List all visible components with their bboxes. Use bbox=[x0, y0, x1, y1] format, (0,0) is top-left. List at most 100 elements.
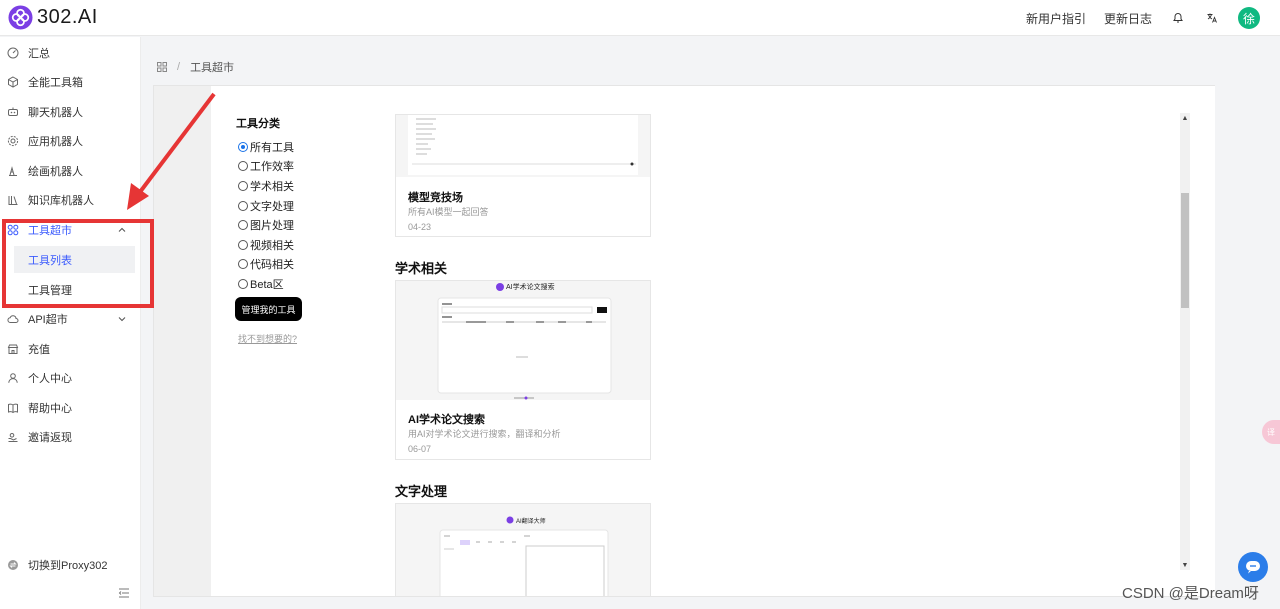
category-option-video[interactable]: 视频相关 bbox=[238, 235, 294, 255]
translate-plugin-tab[interactable]: 译 bbox=[1262, 420, 1280, 444]
brand-name: 302.AI bbox=[37, 6, 98, 28]
watermark: CSDN @是Dream呀 bbox=[1122, 585, 1259, 602]
sidebar-item-toolbox[interactable]: 全能工具箱 bbox=[0, 68, 141, 96]
book-icon bbox=[6, 401, 20, 415]
chat-support-button[interactable] bbox=[1238, 552, 1268, 582]
thumbnail-label: AI翻译大师 bbox=[516, 519, 546, 525]
switch-proxy-link[interactable]: 切换到Proxy302 bbox=[0, 551, 141, 579]
dashboard-icon bbox=[6, 46, 20, 60]
radio[interactable] bbox=[238, 278, 248, 289]
breadcrumb: / 工具超市 bbox=[157, 59, 234, 75]
category-option-beta[interactable]: Beta区 bbox=[238, 274, 294, 294]
radio[interactable] bbox=[238, 259, 248, 270]
card-thumbnail: AI翻译大师 bbox=[396, 504, 650, 596]
card-date: 04-23 bbox=[408, 222, 432, 232]
gear-icon bbox=[6, 134, 20, 148]
radio[interactable] bbox=[238, 180, 248, 191]
section-title-text: 文字处理 bbox=[395, 484, 448, 499]
sidebar: 汇总 全能工具箱 聊天机器人 应用机器人 绘画机器人 知识库机器人 工具超市 工… bbox=[0, 37, 141, 609]
sidebar-item-profile[interactable]: 个人中心 bbox=[0, 364, 141, 392]
collapse-sidebar-icon[interactable] bbox=[117, 587, 131, 599]
tool-list-frame: 工具分类 所有工具 工作效率 学术相关 文字处理 图片处理 视频相关 代码相关 … bbox=[211, 86, 1215, 596]
category-label: 所有工具 bbox=[250, 141, 294, 154]
content-panel: 工具分类 所有工具 工作效率 学术相关 文字处理 图片处理 视频相关 代码相关 … bbox=[153, 85, 1215, 597]
sidebar-item-api-market[interactable]: API超市 bbox=[0, 305, 141, 333]
scroll-up-arrow-icon[interactable]: ▲ bbox=[1180, 113, 1190, 123]
section-title-academic: 学术相关 bbox=[395, 261, 448, 276]
paint-icon bbox=[6, 164, 20, 178]
panel-gutter bbox=[154, 86, 211, 596]
scroll-thumb[interactable] bbox=[1181, 193, 1189, 308]
card-description: 用AI对学术论文进行搜索，翻译和分析 bbox=[408, 429, 561, 439]
radio[interactable] bbox=[238, 161, 248, 172]
sidebar-item-label: 知识库机器人 bbox=[28, 195, 94, 207]
store-icon bbox=[6, 342, 20, 356]
category-label: 文字处理 bbox=[250, 200, 294, 213]
category-option-all[interactable]: 所有工具 bbox=[238, 137, 294, 157]
logo[interactable]: 302.AI bbox=[8, 5, 98, 30]
manage-my-tools-button[interactable]: 管理我的工具 bbox=[235, 297, 302, 321]
sidebar-item-knowledge-bot[interactable]: 知识库机器人 bbox=[0, 186, 141, 214]
radio-selected[interactable] bbox=[238, 141, 248, 152]
sidebar-item-summary[interactable]: 汇总 bbox=[0, 39, 141, 67]
category-label: 图片处理 bbox=[250, 220, 294, 233]
scroll-down-arrow-icon[interactable]: ▼ bbox=[1180, 560, 1190, 570]
tool-card-translator[interactable]: AI翻译大师 bbox=[395, 503, 651, 596]
card-title: AI学术论文搜索 bbox=[408, 414, 485, 426]
logo-icon bbox=[8, 5, 33, 30]
thumbnail-image bbox=[408, 115, 638, 175]
sidebar-item-app-bot[interactable]: 应用机器人 bbox=[0, 127, 141, 155]
thumbnail-label: AI学术论文搜索 bbox=[506, 284, 555, 291]
category-option-image[interactable]: 图片处理 bbox=[238, 215, 294, 235]
sidebar-item-chatbot[interactable]: 聊天机器人 bbox=[0, 98, 141, 126]
sidebar-item-recharge[interactable]: 充值 bbox=[0, 335, 141, 363]
sidebar-item-label: 应用机器人 bbox=[28, 136, 83, 148]
radio[interactable] bbox=[238, 220, 248, 231]
radio[interactable] bbox=[238, 200, 248, 211]
sidebar-item-label: API超市 bbox=[28, 314, 68, 326]
thumbnail-image bbox=[437, 283, 612, 400]
cube-icon bbox=[6, 75, 20, 89]
cloud-icon bbox=[6, 312, 20, 326]
category-option-academic[interactable]: 学术相关 bbox=[238, 176, 294, 196]
card-thumbnail bbox=[396, 115, 650, 177]
card-description: 所有AI模型一起回答 bbox=[408, 207, 489, 217]
sidebar-item-label: 个人中心 bbox=[28, 373, 72, 385]
card-title: 模型竞技场 bbox=[408, 192, 463, 204]
user-icon bbox=[6, 371, 20, 385]
not-found-link[interactable]: 找不到想要的? bbox=[238, 332, 297, 345]
top-bar: 302.AI 新用户指引 更新日志 徐 bbox=[0, 0, 1280, 36]
new-user-guide-link[interactable]: 新用户指引 bbox=[1026, 10, 1086, 27]
sidebar-item-label: 充值 bbox=[28, 344, 50, 356]
sidebar-item-paint-bot[interactable]: 绘画机器人 bbox=[0, 157, 141, 185]
card-thumbnail: AI学术论文搜索 bbox=[396, 281, 650, 400]
sidebar-item-invite[interactable]: 邀请返现 bbox=[0, 423, 141, 451]
category-list: 所有工具 工作效率 学术相关 文字处理 图片处理 视频相关 代码相关 Beta区 bbox=[238, 137, 294, 294]
translate-icon[interactable] bbox=[1204, 10, 1220, 26]
home-grid-icon[interactable] bbox=[157, 62, 167, 72]
category-label: 工作效率 bbox=[250, 161, 294, 174]
content-scrollbar[interactable]: ▲ ▼ bbox=[1180, 113, 1190, 570]
sidebar-item-label: 帮助中心 bbox=[28, 403, 72, 415]
switch-proxy-label: 切换到Proxy302 bbox=[28, 560, 108, 572]
chat-icon bbox=[1246, 561, 1260, 574]
bell-icon[interactable] bbox=[1170, 10, 1186, 26]
category-label: 视频相关 bbox=[250, 239, 294, 252]
category-title: 工具分类 bbox=[236, 118, 280, 130]
category-option-efficiency[interactable]: 工作效率 bbox=[238, 157, 294, 177]
sidebar-item-label: 聊天机器人 bbox=[28, 107, 83, 119]
books-icon bbox=[6, 193, 20, 207]
tool-card-model-arena[interactable]: 模型竞技场 所有AI模型一起回答 04-23 bbox=[395, 114, 651, 237]
card-date: 06-07 bbox=[408, 444, 432, 454]
category-label: 学术相关 bbox=[250, 180, 294, 193]
category-option-text[interactable]: 文字处理 bbox=[238, 196, 294, 216]
radio[interactable] bbox=[238, 239, 248, 250]
sidebar-item-label: 全能工具箱 bbox=[28, 77, 83, 89]
tool-card-paper-search[interactable]: AI学术论文搜索 AI学术论文搜索 用AI对学术论文进行搜索，翻译和分析 06-… bbox=[395, 280, 651, 460]
avatar[interactable]: 徐 bbox=[1238, 7, 1260, 29]
category-option-code[interactable]: 代码相关 bbox=[238, 255, 294, 275]
sidebar-item-help[interactable]: 帮助中心 bbox=[0, 394, 141, 422]
changelog-link[interactable]: 更新日志 bbox=[1104, 10, 1152, 27]
breadcrumb-separator: / bbox=[177, 61, 181, 73]
category-label: 代码相关 bbox=[250, 259, 294, 272]
